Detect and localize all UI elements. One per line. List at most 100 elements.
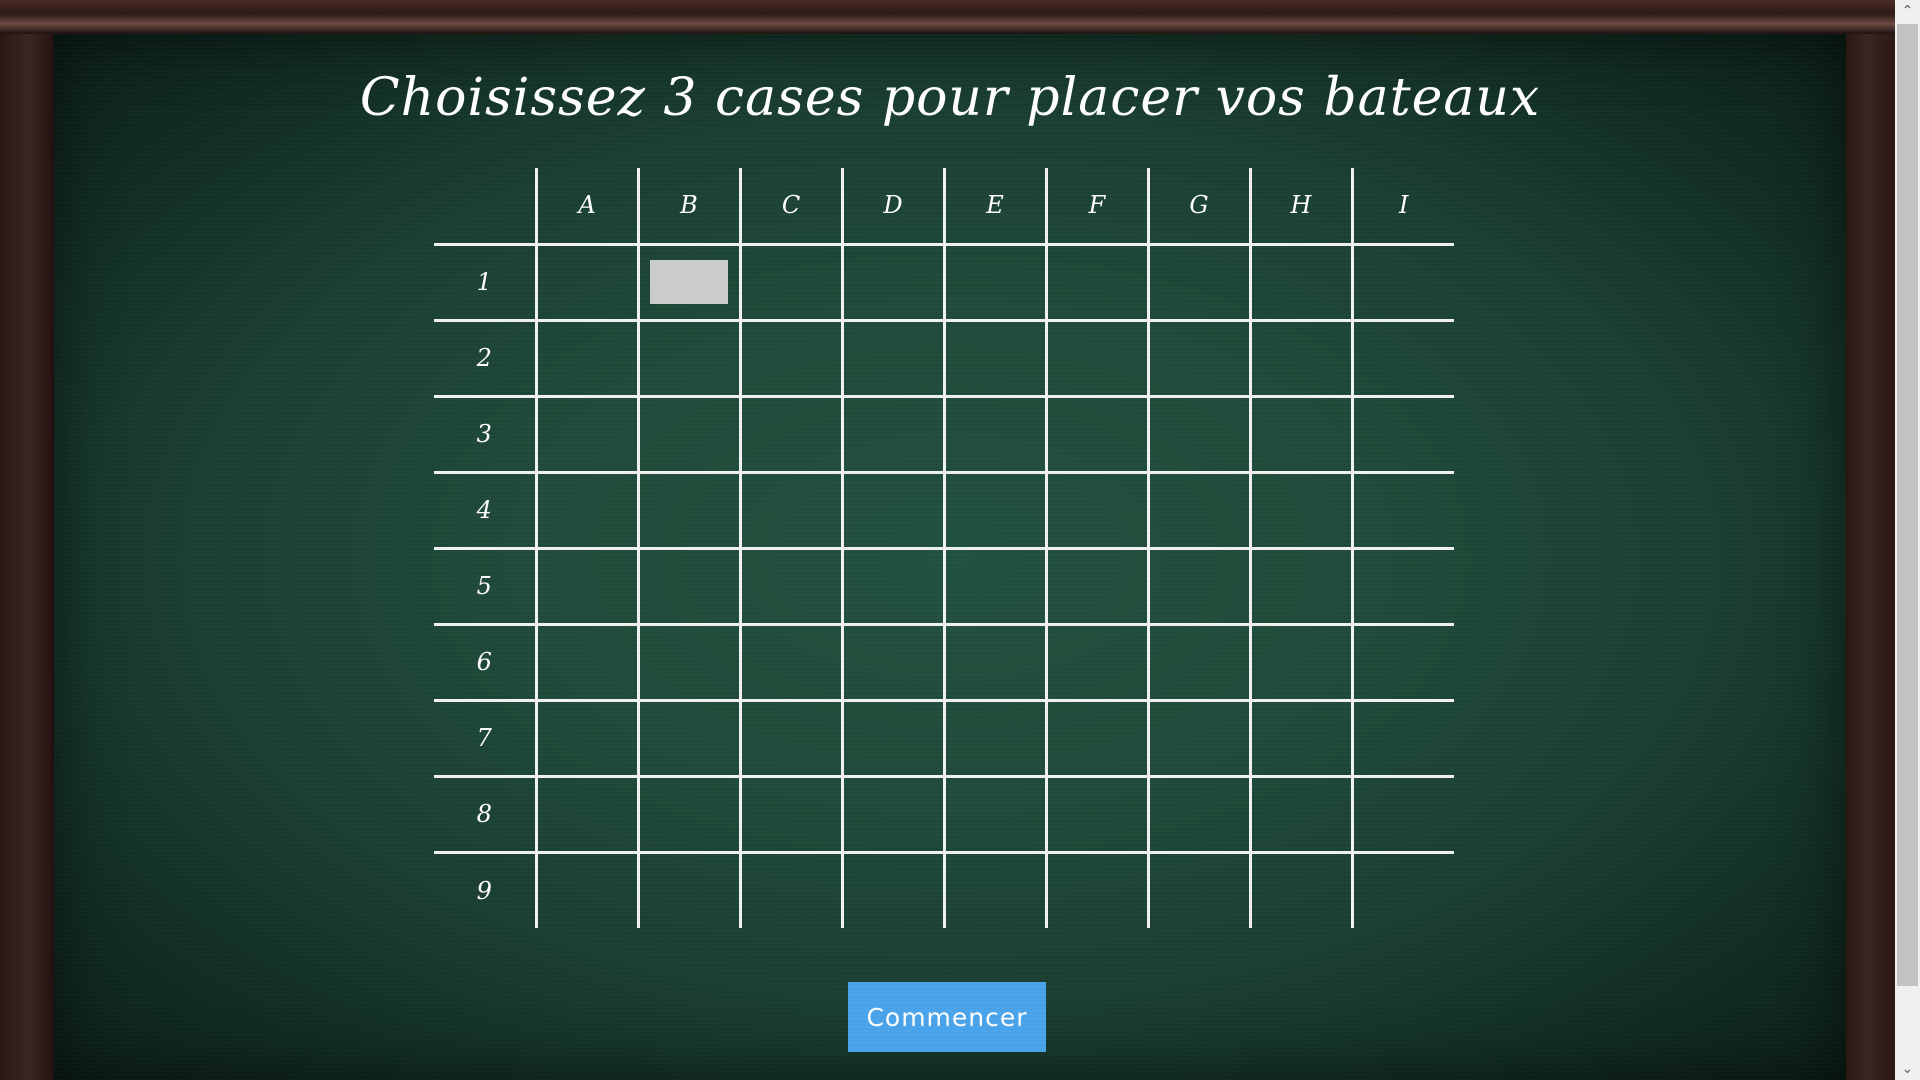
- grid-cell-b9[interactable]: [636, 850, 740, 928]
- grid-cell-i3[interactable]: [1350, 394, 1454, 472]
- grid-cell-f8[interactable]: [1044, 774, 1148, 852]
- grid-cell-f9[interactable]: [1044, 850, 1148, 928]
- grid-cell-g1[interactable]: [1146, 242, 1250, 320]
- grid-cell-e1[interactable]: [942, 242, 1046, 320]
- selected-ship-cell[interactable]: [650, 260, 728, 304]
- grid-cell-i4[interactable]: [1350, 470, 1454, 548]
- grid-cell-a6[interactable]: [534, 622, 638, 700]
- row-header-1: 1: [434, 242, 536, 320]
- grid-cell-a8[interactable]: [534, 774, 638, 852]
- row-header-9: 9: [434, 850, 536, 928]
- grid-cell-g5[interactable]: [1146, 546, 1250, 624]
- grid-cell-f1[interactable]: [1044, 242, 1148, 320]
- grid-cell-b8[interactable]: [636, 774, 740, 852]
- grid-cell-d4[interactable]: [840, 470, 944, 548]
- grid-cell-b1[interactable]: [636, 242, 740, 320]
- grid-cell-d8[interactable]: [840, 774, 944, 852]
- page-title: Choisissez 3 cases pour placer vos batea…: [359, 68, 1541, 128]
- chevron-down-icon[interactable]: ⌄: [1895, 1058, 1920, 1080]
- grid-cell-e9[interactable]: [942, 850, 1046, 928]
- grid-cell-e4[interactable]: [942, 470, 1046, 548]
- grid-cell-g9[interactable]: [1146, 850, 1250, 928]
- grid-cell-d3[interactable]: [840, 394, 944, 472]
- grid-cell-i9[interactable]: [1350, 850, 1454, 928]
- grid-cell-h6[interactable]: [1248, 622, 1352, 700]
- grid-cell-d2[interactable]: [840, 318, 944, 396]
- scrollbar-thumb[interactable]: [1897, 24, 1918, 986]
- grid-cell-g8[interactable]: [1146, 774, 1250, 852]
- grid-cell-c6[interactable]: [738, 622, 842, 700]
- grid-cell-c8[interactable]: [738, 774, 842, 852]
- grid-cell-h1[interactable]: [1248, 242, 1352, 320]
- grid-cell-a4[interactable]: [534, 470, 638, 548]
- grid-cell-i5[interactable]: [1350, 546, 1454, 624]
- grid-row: 8: [434, 774, 1454, 852]
- grid-cell-b5[interactable]: [636, 546, 740, 624]
- grid-cell-h5[interactable]: [1248, 546, 1352, 624]
- grid-cell-a9[interactable]: [534, 850, 638, 928]
- grid-cell-c1[interactable]: [738, 242, 842, 320]
- grid-cell-c5[interactable]: [738, 546, 842, 624]
- grid-cell-f2[interactable]: [1044, 318, 1148, 396]
- grid-cell-d7[interactable]: [840, 698, 944, 776]
- grid-cell-b4[interactable]: [636, 470, 740, 548]
- grid-cell-e3[interactable]: [942, 394, 1046, 472]
- row-header-4: 4: [434, 470, 536, 548]
- start-button[interactable]: Commencer: [848, 982, 1046, 1052]
- grid-cell-h4[interactable]: [1248, 470, 1352, 548]
- grid-cell-i7[interactable]: [1350, 698, 1454, 776]
- grid-cell-f7[interactable]: [1044, 698, 1148, 776]
- grid-cell-a2[interactable]: [534, 318, 638, 396]
- grid-cell-e7[interactable]: [942, 698, 1046, 776]
- grid-row: 3: [434, 394, 1454, 472]
- grid-cell-d5[interactable]: [840, 546, 944, 624]
- grid-cell-i2[interactable]: [1350, 318, 1454, 396]
- grid-cell-f4[interactable]: [1044, 470, 1148, 548]
- grid-cell-c9[interactable]: [738, 850, 842, 928]
- grid-cell-g6[interactable]: [1146, 622, 1250, 700]
- grid-cell-a7[interactable]: [534, 698, 638, 776]
- grid-cell-h2[interactable]: [1248, 318, 1352, 396]
- grid-row: 2: [434, 318, 1454, 396]
- scrollbar[interactable]: ⌃ ⌄: [1895, 0, 1920, 1080]
- grid-cell-f5[interactable]: [1044, 546, 1148, 624]
- grid-row: 7: [434, 698, 1454, 776]
- grid-cell-b6[interactable]: [636, 622, 740, 700]
- grid-cell-e8[interactable]: [942, 774, 1046, 852]
- grid-table: ABCDEFGHI123456789: [434, 168, 1454, 928]
- grid-cell-c7[interactable]: [738, 698, 842, 776]
- grid-cell-b3[interactable]: [636, 394, 740, 472]
- grid-cell-b2[interactable]: [636, 318, 740, 396]
- grid-cell-g2[interactable]: [1146, 318, 1250, 396]
- grid-header-row: ABCDEFGHI: [434, 168, 1454, 244]
- grid-cell-c2[interactable]: [738, 318, 842, 396]
- grid-cell-f6[interactable]: [1044, 622, 1148, 700]
- grid-cell-g7[interactable]: [1146, 698, 1250, 776]
- grid-cell-a3[interactable]: [534, 394, 638, 472]
- grid-cell-c3[interactable]: [738, 394, 842, 472]
- grid-cell-h9[interactable]: [1248, 850, 1352, 928]
- column-header-i: I: [1350, 168, 1454, 244]
- grid-row: 1: [434, 242, 1454, 320]
- grid-cell-d9[interactable]: [840, 850, 944, 928]
- grid-cell-g3[interactable]: [1146, 394, 1250, 472]
- grid-cell-d6[interactable]: [840, 622, 944, 700]
- grid-cell-e5[interactable]: [942, 546, 1046, 624]
- grid-cell-e2[interactable]: [942, 318, 1046, 396]
- grid-cell-i6[interactable]: [1350, 622, 1454, 700]
- grid-cell-d1[interactable]: [840, 242, 944, 320]
- chevron-up-icon[interactable]: ⌃: [1895, 0, 1920, 22]
- grid-cell-h3[interactable]: [1248, 394, 1352, 472]
- grid-cell-i1[interactable]: [1350, 242, 1454, 320]
- grid-cell-h7[interactable]: [1248, 698, 1352, 776]
- grid-cell-i8[interactable]: [1350, 774, 1454, 852]
- grid-cell-c4[interactable]: [738, 470, 842, 548]
- grid-cell-b7[interactable]: [636, 698, 740, 776]
- grid-cell-e6[interactable]: [942, 622, 1046, 700]
- grid-cell-g4[interactable]: [1146, 470, 1250, 548]
- row-header-6: 6: [434, 622, 536, 700]
- grid-cell-h8[interactable]: [1248, 774, 1352, 852]
- grid-cell-a5[interactable]: [534, 546, 638, 624]
- grid-cell-f3[interactable]: [1044, 394, 1148, 472]
- grid-cell-a1[interactable]: [534, 242, 638, 320]
